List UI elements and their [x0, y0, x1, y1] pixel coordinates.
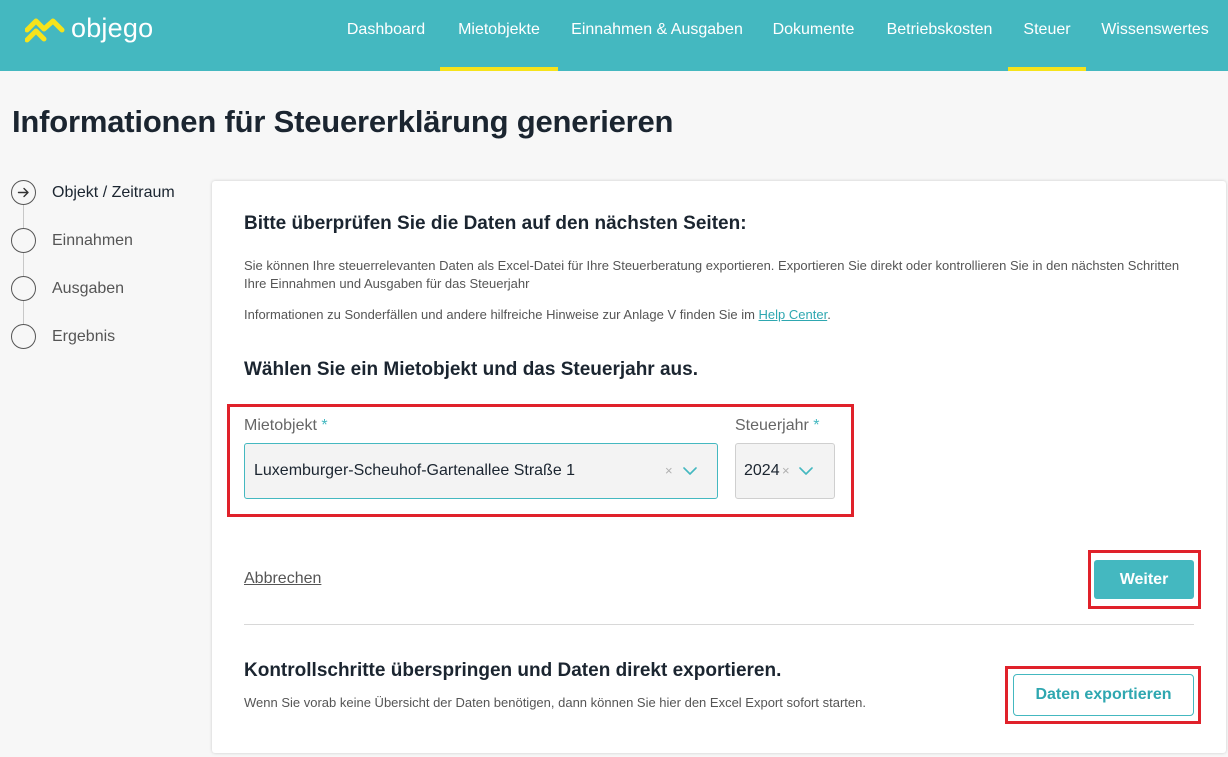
step-ausgaben[interactable]: Ausgaben [11, 276, 124, 301]
nav-label: Einnahmen & Ausgaben [571, 21, 743, 38]
step-circle [11, 228, 36, 253]
nav-steuer[interactable]: Steuer [1008, 0, 1086, 71]
step-einnahmen[interactable]: Einnahmen [11, 228, 133, 253]
nav-label: Wissenswertes [1101, 21, 1209, 38]
nav-label: Steuer [1023, 21, 1071, 38]
brand-name: objego [71, 12, 154, 43]
step-objekt-zeitraum[interactable]: Objekt / Zeitraum [11, 180, 175, 205]
step-circle [11, 276, 36, 301]
nav-wissenswertes[interactable]: Wissenswertes [1086, 0, 1224, 71]
section-divider [244, 624, 1194, 625]
next-button[interactable]: Weiter [1094, 560, 1194, 599]
help-info-suffix: . [827, 307, 831, 322]
cancel-link[interactable]: Abbrechen [244, 570, 321, 588]
review-heading: Bitte überprüfen Sie die Daten auf den n… [244, 213, 747, 234]
review-text: Sie können Ihre steuerrelevanten Daten a… [244, 258, 1180, 291]
export-button[interactable]: Daten exportieren [1013, 674, 1194, 716]
step-label: Einnahmen [52, 231, 133, 249]
help-info-text: Informationen zu Sonderfällen und andere… [244, 306, 1194, 324]
step-circle [11, 180, 36, 205]
nav-label: Betriebskosten [886, 21, 993, 38]
nav-einnahmen-ausgaben[interactable]: Einnahmen & Ausgaben [558, 0, 756, 71]
help-center-link[interactable]: Help Center [759, 307, 828, 322]
highlight-box-selects [227, 404, 854, 517]
step-label: Ergebnis [52, 327, 116, 345]
nav-label: Mietobjekte [458, 21, 540, 38]
step-circle [11, 324, 36, 349]
nav-mietobjekte[interactable]: Mietobjekte [440, 0, 558, 71]
nav-dashboard[interactable]: Dashboard [332, 0, 440, 71]
brand-logo[interactable]: objego [25, 13, 153, 43]
nav-dokumente[interactable]: Dokumente [756, 0, 871, 71]
help-info-prefix: Informationen zu Sonderfällen und andere… [244, 307, 759, 322]
page-title: Informationen für Steuererklärung generi… [12, 104, 674, 139]
arrow-right-icon [17, 187, 29, 198]
select-heading: Wählen Sie ein Mietobjekt und das Steuer… [244, 359, 698, 380]
top-navigation: objego Dashboard Mietobjekte Einnahmen &… [0, 0, 1228, 71]
nav-betriebskosten[interactable]: Betriebskosten [871, 0, 1008, 71]
stepper-connector [23, 203, 24, 333]
step-label: Objekt / Zeitraum [52, 183, 175, 201]
nav-label: Dashboard [346, 21, 426, 38]
nav-label: Dokumente [772, 21, 855, 38]
skip-text: Wenn Sie vorab keine Übersicht der Daten… [244, 695, 866, 710]
step-ergebnis[interactable]: Ergebnis [11, 324, 115, 349]
objego-logo-icon [25, 18, 65, 43]
skip-heading: Kontrollschritte überspringen und Daten … [244, 660, 782, 681]
step-label: Ausgaben [52, 279, 125, 297]
